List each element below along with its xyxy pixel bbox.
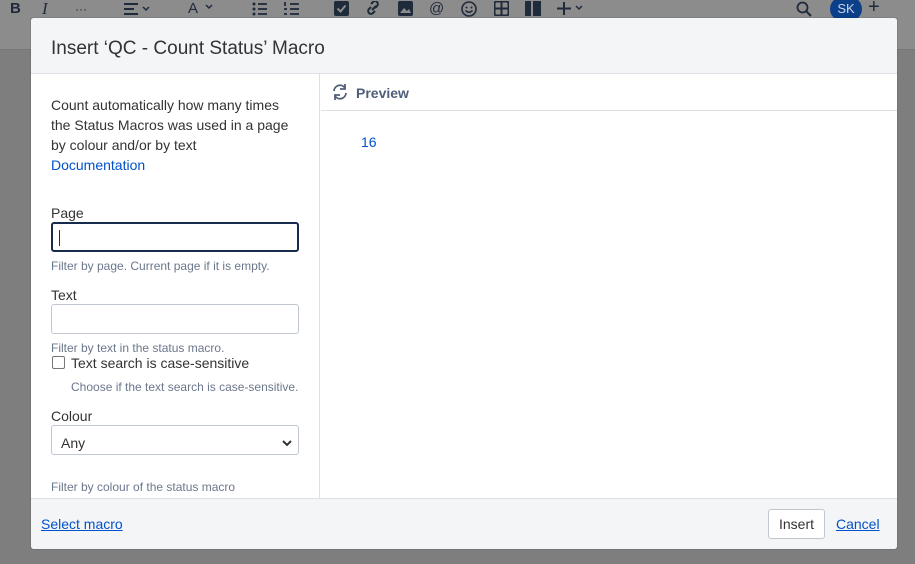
select-macro-link[interactable]: Select macro bbox=[41, 516, 123, 532]
colour-label: Colour bbox=[51, 408, 93, 424]
dialog-title: Insert ‘QC - Count Status’ Macro bbox=[51, 38, 325, 59]
colour-selected-value: Any bbox=[61, 435, 86, 451]
preview-header: Preview bbox=[321, 74, 897, 111]
task-checkbox-icon[interactable] bbox=[334, 1, 349, 19]
text-caret bbox=[59, 230, 60, 246]
case-sensitive-help: Choose if the text search is case-sensit… bbox=[71, 380, 299, 394]
page-label: Page bbox=[51, 205, 84, 221]
link-icon[interactable] bbox=[365, 1, 381, 19]
more-formatting-button[interactable]: ··· bbox=[75, 0, 87, 18]
italic-button[interactable]: I bbox=[42, 0, 48, 18]
case-sensitive-label[interactable]: Text search is case-sensitive bbox=[71, 354, 249, 372]
table-icon[interactable] bbox=[494, 1, 509, 19]
macro-dialog: Insert ‘QC - Count Status’ Macro Count a… bbox=[31, 18, 897, 549]
text-help: Filter by text in the status macro. bbox=[51, 341, 225, 355]
emoji-icon[interactable] bbox=[461, 1, 477, 19]
documentation-link[interactable]: Documentation bbox=[51, 155, 301, 175]
preview-count-value: 16 bbox=[361, 134, 377, 150]
bold-button[interactable]: B bbox=[10, 0, 21, 18]
image-icon[interactable] bbox=[398, 1, 413, 19]
preview-title: Preview bbox=[356, 85, 409, 101]
chevron-down-icon bbox=[282, 435, 292, 453]
svg-text:A: A bbox=[188, 0, 198, 16]
add-icon[interactable]: + bbox=[868, 0, 880, 17]
text-label: Text bbox=[51, 287, 77, 303]
dialog-header: Insert ‘QC - Count Status’ Macro bbox=[31, 18, 897, 74]
mention-icon[interactable]: @ bbox=[429, 0, 444, 18]
insert-more-icon[interactable] bbox=[557, 1, 587, 19]
description-text: Count automatically how many times the S… bbox=[51, 97, 289, 153]
case-sensitive-checkbox[interactable] bbox=[52, 356, 65, 369]
refresh-icon[interactable] bbox=[331, 83, 349, 106]
text-input[interactable] bbox=[51, 304, 299, 334]
cancel-button[interactable]: Cancel bbox=[836, 516, 880, 532]
page-help: Filter by page. Current page if it is em… bbox=[51, 259, 270, 273]
dialog-footer: Select macro Insert Cancel bbox=[31, 498, 897, 549]
search-icon[interactable] bbox=[796, 1, 812, 19]
page-input[interactable] bbox=[51, 222, 299, 252]
colour-help: Filter by colour of the status macro bbox=[51, 480, 236, 494]
insert-button[interactable]: Insert bbox=[768, 509, 825, 539]
layout-icon[interactable] bbox=[525, 1, 541, 19]
macro-options-panel: Count automatically how many times the S… bbox=[31, 74, 320, 498]
preview-panel: Preview 16 bbox=[321, 74, 897, 498]
text-color-icon[interactable]: A bbox=[188, 0, 216, 18]
macro-description: Count automatically how many times the S… bbox=[51, 95, 301, 175]
colour-select[interactable]: Any bbox=[51, 425, 299, 455]
